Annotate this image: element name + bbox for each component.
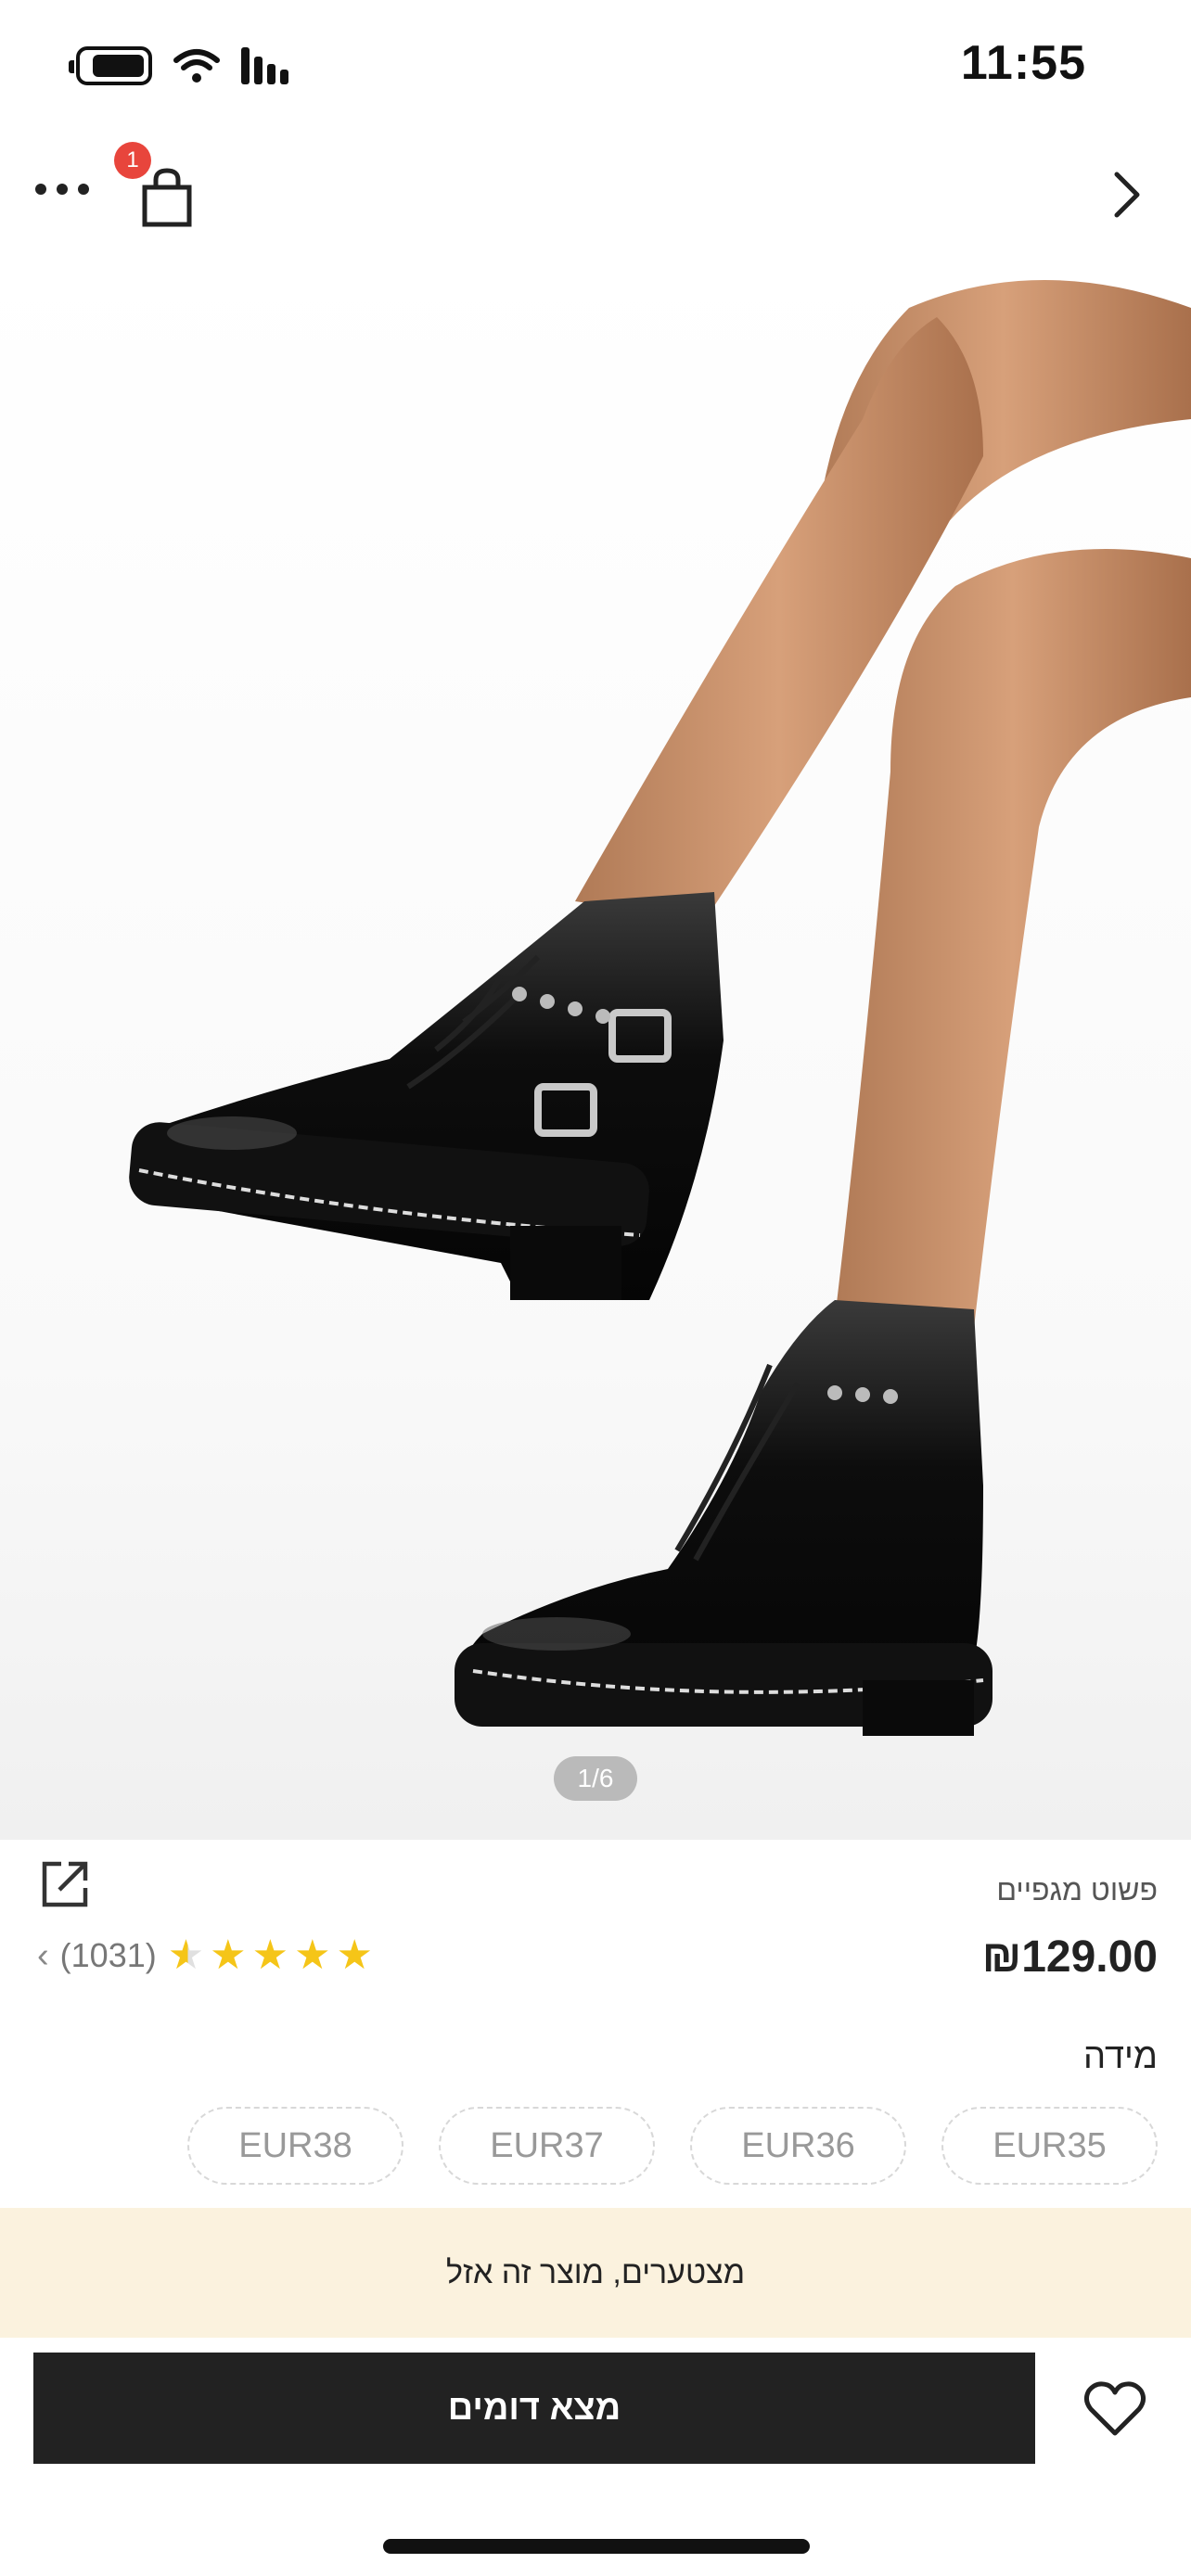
star-icon: ★ (336, 1932, 373, 1978)
star-rating: ★ ★ ★ ★ ★ (168, 1935, 373, 1976)
cellular-signal-icon (241, 47, 288, 84)
product-title: פשוט מגפיים (996, 1873, 1158, 1906)
home-indicator[interactable] (383, 2539, 810, 2554)
wifi-icon (173, 49, 220, 83)
status-bar: 11:55 (0, 0, 1191, 130)
battery-fill (93, 55, 144, 77)
shopping-bag-icon[interactable] (139, 165, 195, 230)
size-option-eur37[interactable]: EUR37 (439, 2107, 655, 2185)
product-price: ₪129.00 (981, 1932, 1158, 1982)
chevron-left-icon: ‹ (37, 1935, 49, 1975)
product-image[interactable]: 1/6 (0, 252, 1191, 1840)
status-time: 11:55 (960, 36, 1086, 90)
star-icon: ★ (210, 1932, 247, 1978)
size-option-eur38[interactable]: EUR38 (187, 2107, 403, 2185)
chevron-right-icon[interactable] (1098, 167, 1154, 223)
find-similar-button[interactable]: מצא דומים (33, 2353, 1035, 2464)
review-count: (1031) (59, 1936, 157, 1974)
sold-out-notice: מצטערים, מוצר זה אזל (0, 2208, 1191, 2338)
battery-icon (69, 46, 152, 85)
size-options: EUR35 EUR36 EUR37 EUR38 (187, 2107, 1158, 2185)
nav-bar: 1 (0, 130, 1191, 250)
rating-summary[interactable]: ‹ (1031) ★ ★ ★ ★ ★ (37, 1935, 373, 1976)
status-icons (69, 46, 288, 85)
size-label: מידה (1083, 2037, 1158, 2076)
size-option-eur36[interactable]: EUR36 (690, 2107, 906, 2185)
gallery-page-indicator: 1/6 (554, 1756, 637, 1801)
star-icon: ★ (251, 1932, 289, 1978)
cart-badge: 1 (114, 142, 151, 179)
product-photo (129, 280, 1191, 1736)
heart-icon[interactable] (1082, 2376, 1148, 2442)
size-option-eur35[interactable]: EUR35 (941, 2107, 1158, 2185)
star-icon: ★ (167, 1932, 205, 1978)
more-icon[interactable] (35, 184, 89, 195)
star-icon: ★ (294, 1932, 331, 1978)
share-icon[interactable] (37, 1856, 93, 1912)
